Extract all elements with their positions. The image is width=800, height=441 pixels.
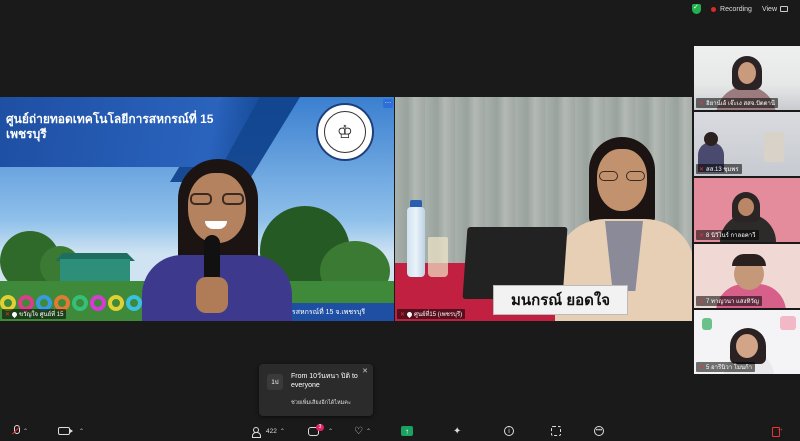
chevron-up-icon[interactable]: ⌃ bbox=[23, 428, 28, 435]
gallery-thumb[interactable]: ✕ ฮิยาน์เอ้ เจ๊ะเง สสจ.ปัตตานี bbox=[694, 46, 800, 110]
water-bottle bbox=[407, 207, 425, 277]
recording-label: Recording bbox=[720, 5, 752, 13]
view-button[interactable]: View bbox=[762, 6, 788, 13]
chat-message: ช่วยเพิ่มเสียงอีกได้ไหมคะ bbox=[291, 400, 351, 406]
participant-name: ฮิยาน์เอ้ เจ๊ะเง สสจ.ปัตตานี bbox=[706, 101, 776, 107]
muted-mic-icon: ✕ bbox=[699, 298, 705, 305]
muted-mic-icon: ✕ bbox=[400, 311, 406, 318]
drinking-glass bbox=[428, 237, 448, 277]
participant-name-label: ✕ 7 ทาญวนา แสงทิวัญ bbox=[696, 296, 762, 306]
muted-mic-icon: ✕ bbox=[699, 232, 705, 239]
meeting-window: Recording View ศู bbox=[0, 0, 800, 441]
close-icon[interactable]: ✕ bbox=[362, 367, 368, 375]
royal-seal-logo: ♔ bbox=[316, 103, 374, 161]
muted-mic-icon: ✕ bbox=[699, 100, 705, 107]
heart-icon: ♡ bbox=[354, 425, 363, 437]
top-bar: Recording View bbox=[0, 0, 800, 18]
camera-icon bbox=[58, 427, 73, 435]
participant-gallery: ✕ ฮิยาน์เอ้ เจ๊ะเง สสจ.ปัตตานี ✕ สส.13 ช… bbox=[694, 46, 800, 376]
chevron-up-icon[interactable]: ⌃ bbox=[366, 428, 371, 435]
more-button[interactable]: ••• bbox=[594, 424, 604, 438]
participant-name: 7 ทาญวนา แสงทิวัญ bbox=[706, 299, 759, 305]
sender-avatar: 1ป bbox=[267, 374, 283, 390]
video-button[interactable]: ⌃ bbox=[58, 424, 84, 438]
participant-name-label: ✕ ฮิยาน์เอ้ เจ๊ะเง สสจ.ปัตตานี bbox=[696, 98, 779, 108]
chat-sender-line: From 10วันทนา ปิติ to everyone bbox=[291, 373, 358, 389]
participant-name: ศูนย์ที่15 (เพชรบุรี) bbox=[414, 312, 463, 318]
participant-name: สส.13 ชุมพร bbox=[706, 167, 739, 173]
participant-name: 5 อารีนิวา โมนก้า bbox=[706, 365, 753, 371]
recording-dot-icon bbox=[711, 6, 717, 12]
mute-button[interactable]: ⌃ bbox=[12, 424, 28, 438]
participants-count: 422 bbox=[266, 427, 277, 435]
microphone-muted-icon bbox=[12, 425, 20, 437]
chat-button[interactable]: 3 ⌃ bbox=[308, 423, 333, 438]
frame-icon bbox=[551, 426, 561, 436]
gallery-thumb[interactable]: ✕ 8 นิวิไนร์ กาลอคาวี bbox=[694, 178, 800, 242]
participant-name-label: ✕ ศูนย์ที่15 (เพชรบุรี) bbox=[397, 309, 466, 319]
muted-mic-icon: ✕ bbox=[699, 166, 705, 173]
gallery-thumb[interactable]: ✕ สส.13 ชุมพร bbox=[694, 112, 800, 176]
gallery-thumb[interactable]: ✕ 5 อารีนิวา โมนก้า bbox=[694, 310, 800, 374]
pin-icon bbox=[10, 310, 19, 318]
grid-view-icon bbox=[780, 6, 788, 12]
muted-mic-icon: ✕ bbox=[699, 364, 705, 371]
participant-name: ขวัญใจ ศูนย์ที่ 15 bbox=[19, 312, 64, 318]
video-tile-speaker[interactable]: มนกรณ์ ยอดใจ ✕ ศูนย์ที่15 (เพชรบุรี) bbox=[395, 97, 692, 321]
share-screen-button[interactable]: ↑ bbox=[401, 424, 413, 438]
pin-icon bbox=[405, 310, 414, 318]
gallery-thumb[interactable]: ✕ 7 ทาญวนา แสงทิวัญ bbox=[694, 244, 800, 308]
building bbox=[60, 259, 130, 281]
banner-title: ศูนย์ถ่ายทอดเทคโนโลยีการสหกรณ์ที่ 15 เพช… bbox=[6, 112, 256, 142]
reactions-button[interactable]: ♡ ⌃ bbox=[354, 424, 371, 438]
leave-icon bbox=[772, 424, 784, 437]
participant-video-presenter bbox=[132, 159, 302, 321]
chat-notification[interactable]: 1ป From 10วันทนา ปิติ to everyone ช่วยเพ… bbox=[259, 364, 373, 416]
participant-name-label: ✕ 8 นิวิไนร์ กาลอคาวี bbox=[696, 230, 759, 240]
more-icon: ••• bbox=[594, 426, 604, 436]
participant-name-label: ✕ สส.13 ชุมพร bbox=[696, 164, 742, 174]
recording-indicator[interactable]: Recording bbox=[711, 6, 752, 13]
muted-mic-icon: ✕ bbox=[5, 311, 11, 318]
participant-name-label: ✕ 5 อารีนิวา โมนก้า bbox=[696, 362, 756, 372]
desk-nameplate: มนกรณ์ ยอดใจ bbox=[493, 285, 628, 315]
info-button[interactable]: i bbox=[504, 424, 514, 438]
chevron-up-icon[interactable]: ⌃ bbox=[79, 428, 84, 435]
view-label: View bbox=[761, 5, 777, 13]
chevron-up-icon[interactable]: ⌃ bbox=[280, 428, 285, 435]
chat-unread-badge: 3 bbox=[316, 423, 324, 431]
chat-icon: 3 bbox=[308, 423, 324, 436]
chevron-up-icon[interactable]: ⌃ bbox=[328, 428, 333, 435]
tile-more-options-button[interactable]: … bbox=[383, 98, 393, 108]
meeting-toolbar: ⌃ ⌃ 422 ⌃ 3 ⌃ ♡ ⌃ ↑ ✦ i ••• → bbox=[0, 421, 800, 441]
share-screen-icon: ↑ bbox=[401, 426, 413, 436]
participants-button[interactable]: 422 ⌃ bbox=[252, 424, 285, 438]
participant-name-label: ✕ ขวัญใจ ศูนย์ที่ 15 bbox=[2, 309, 67, 319]
participant-name: 8 นิวิไนร์ กาลอคาวี bbox=[706, 233, 756, 239]
seal-emblem-icon: ♔ bbox=[324, 111, 366, 153]
ai-companion-button[interactable]: ✦ bbox=[453, 424, 461, 438]
participants-icon bbox=[252, 426, 263, 438]
info-icon: i bbox=[504, 426, 514, 436]
video-tile-presenter[interactable]: ศูนย์ถ่ายทอดเทคโนโลยีการสหกรณ์ที่ 15 เพช… bbox=[0, 97, 394, 321]
leave-button[interactable] bbox=[772, 424, 784, 438]
encryption-shield-icon[interactable] bbox=[692, 3, 702, 14]
banner-title-line1: ศูนย์ถ่ายทอดเทคโนโลยีการสหกรณ์ที่ 15 bbox=[6, 112, 214, 126]
sparkle-icon: ✦ bbox=[453, 425, 462, 437]
banner-title-line2: เพชรบุรี bbox=[6, 127, 47, 141]
apps-button[interactable] bbox=[551, 424, 561, 438]
